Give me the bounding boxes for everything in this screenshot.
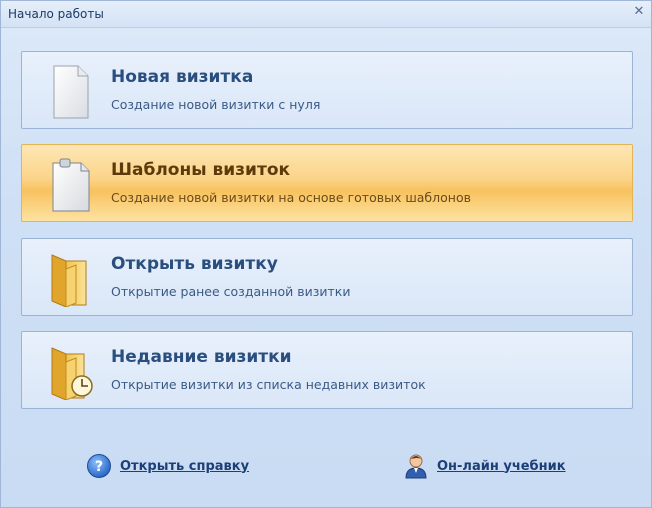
recent-folder-icon xyxy=(51,347,93,400)
open-help-link[interactable]: ? Открыть справку xyxy=(86,453,249,479)
templates-subtitle: Создание новой визитки на основе готовых… xyxy=(111,190,471,205)
title-bar: Начало работы ✕ xyxy=(1,1,651,28)
open-card-title: Открыть визитку xyxy=(111,254,278,274)
new-card-subtitle: Создание новой визитки с нуля xyxy=(111,97,321,112)
open-card-subtitle: Открытие ранее созданной визитки xyxy=(111,284,351,299)
close-icon[interactable]: ✕ xyxy=(632,5,646,19)
user-icon xyxy=(405,454,427,479)
online-tutorial-link[interactable]: Он-лайн учебник xyxy=(403,453,566,479)
open-help-label[interactable]: Открыть справку xyxy=(120,459,249,474)
window-title: Начало работы xyxy=(8,7,104,21)
folder-icon xyxy=(51,254,87,307)
recent-cards-subtitle: Открытие визитки из списка недавних визи… xyxy=(111,377,426,392)
recent-cards-title: Недавние визитки xyxy=(111,347,292,367)
templates-button[interactable]: Шаблоны визиток Создание новой визитки н… xyxy=(21,144,633,222)
online-tutorial-label[interactable]: Он-лайн учебник xyxy=(437,459,566,474)
template-page-icon xyxy=(52,158,90,212)
templates-title: Шаблоны визиток xyxy=(111,160,291,180)
new-card-button[interactable]: Новая визитка Создание новой визитки с н… xyxy=(21,51,633,129)
new-card-title: Новая визитка xyxy=(111,67,254,87)
svg-text:?: ? xyxy=(95,459,103,475)
start-dialog: Начало работы ✕ Новая визитка Создание н… xyxy=(0,0,652,508)
help-icon: ? xyxy=(87,454,111,478)
recent-cards-button[interactable]: Недавние визитки Открытие визитки из спи… xyxy=(21,331,633,409)
open-card-button[interactable]: Открыть визитку Открытие ранее созданной… xyxy=(21,238,633,316)
blank-page-icon xyxy=(53,65,89,119)
